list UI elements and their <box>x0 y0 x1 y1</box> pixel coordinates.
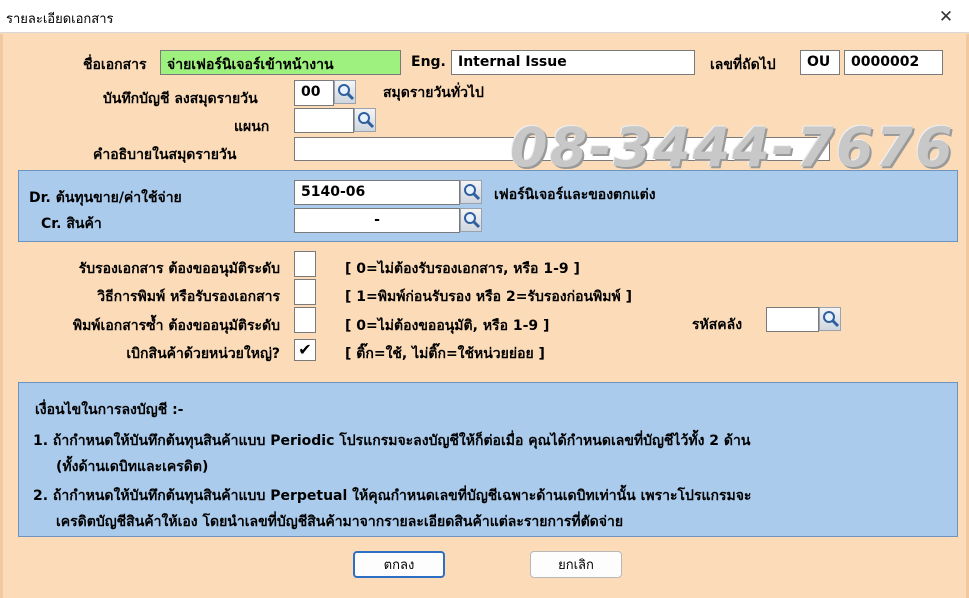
credit-label: Cr. สินค้า <box>41 216 102 232</box>
condition-1-line-2: (ทั้งด้านเดบิทและเครดิต) <box>56 459 209 475</box>
condition-2-line-2: เครดิตบัญชีสินค้าให้เอง โดยนำเลขที่บัญชี… <box>56 514 624 530</box>
accounts-panel: Dr. ต้นทุนขาย/ค่าใช้จ่าย 5140-06 เฟอร์นิ… <box>18 170 958 242</box>
journal-label: บันทึกบัญชี ลงสมุดรายวัน <box>103 91 258 107</box>
big-unit-label: เบิกสินค้าด้วยหน่วยใหญ่? <box>126 346 280 362</box>
journal-explain-label: คำอธิบายในสมุดรายวัน <box>93 147 237 163</box>
journal-search-icon[interactable] <box>334 80 356 104</box>
credit-account-input[interactable]: - <box>294 208 460 233</box>
close-icon[interactable]: ✕ <box>923 0 969 33</box>
warehouse-input[interactable] <box>766 307 819 332</box>
doc-name-input[interactable]: จ่ายเฟอร์นิเจอร์เข้าหน้างาน <box>160 50 401 75</box>
print-method-label: วิธีการพิมพ์ หรือรับรองเอกสาร <box>97 289 280 305</box>
doc-name-label: ชื่อเอกสาร <box>83 57 147 73</box>
debit-label: Dr. ต้นทุนขาย/ค่าใช้จ่าย <box>29 190 182 206</box>
document-detail-dialog: ชื่อเอกสาร จ่ายเฟอร์นิเจอร์เข้าหน้างาน E… <box>0 34 969 598</box>
next-number-input[interactable]: 0000002 <box>844 50 943 75</box>
reprint-level-input[interactable] <box>294 307 316 333</box>
condition-1-line-1: 1. ถ้ากำหนดให้บันทึกต้นทุนสินค้าแบบ Peri… <box>33 433 751 449</box>
journal-code-input[interactable]: 00 <box>294 80 334 106</box>
credit-search-icon[interactable] <box>460 208 482 232</box>
reprint-hint: [ 0=ไม่ต้องขออนุมัติ, หรือ 1-9 ] <box>345 318 550 334</box>
department-search-icon[interactable] <box>354 108 376 132</box>
debit-search-icon[interactable] <box>460 180 482 204</box>
print-method-input[interactable] <box>294 279 316 305</box>
approve-label: รับรองเอกสาร ต้องขออนุมัติระดับ <box>78 261 280 277</box>
debit-account-input[interactable]: 5140-06 <box>294 180 460 205</box>
eng-name-input[interactable]: Internal Issue <box>451 50 695 75</box>
title-bar: รายละเอียดเอกสาร ✕ <box>0 0 969 33</box>
approve-hint: [ 0=ไม่ต้องรับรองเอกสาร, หรือ 1-9 ] <box>345 261 580 277</box>
eng-label: Eng. <box>411 54 446 70</box>
condition-2-line-1: 2. ถ้ากำหนดให้บันทึกต้นทุนสินค้าแบบ Perp… <box>33 488 752 504</box>
next-number-label: เลขที่ถัดไป <box>710 57 776 73</box>
ok-button[interactable]: ตกลง <box>353 551 445 578</box>
department-input[interactable] <box>294 108 354 133</box>
department-label: แผนก <box>234 119 270 135</box>
doc-prefix-input[interactable]: OU <box>800 50 840 75</box>
debit-account-desc: เฟอร์นิเจอร์และของตกแต่ง <box>494 187 656 203</box>
journal-desc: สมุดรายวันทั่วไป <box>383 85 484 101</box>
conditions-panel: เงื่อนไขในการลงบัญชี :- 1. ถ้ากำหนดให้บั… <box>18 382 958 537</box>
conditions-title: เงื่อนไขในการลงบัญชี :- <box>35 402 184 418</box>
warehouse-search-icon[interactable] <box>819 307 841 331</box>
cancel-button[interactable]: ยกเลิก <box>530 551 622 578</box>
warehouse-label: รหัสคลัง <box>692 317 743 333</box>
big-unit-checkbox[interactable]: ✔ <box>294 339 316 361</box>
print-method-hint: [ 1=พิมพ์ก่อนรับรอง หรือ 2=รับรองก่อนพิม… <box>345 289 633 305</box>
window-title: รายละเอียดเอกสาร <box>6 12 114 27</box>
reprint-label: พิมพ์เอกสารซ้ำ ต้องขออนุมัติระดับ <box>72 318 280 334</box>
approve-level-input[interactable] <box>294 251 316 277</box>
big-unit-hint: [ ติ๊ก=ใช้, ไม่ติ๊ก=ใช้หน่วยย่อย ] <box>345 346 545 362</box>
